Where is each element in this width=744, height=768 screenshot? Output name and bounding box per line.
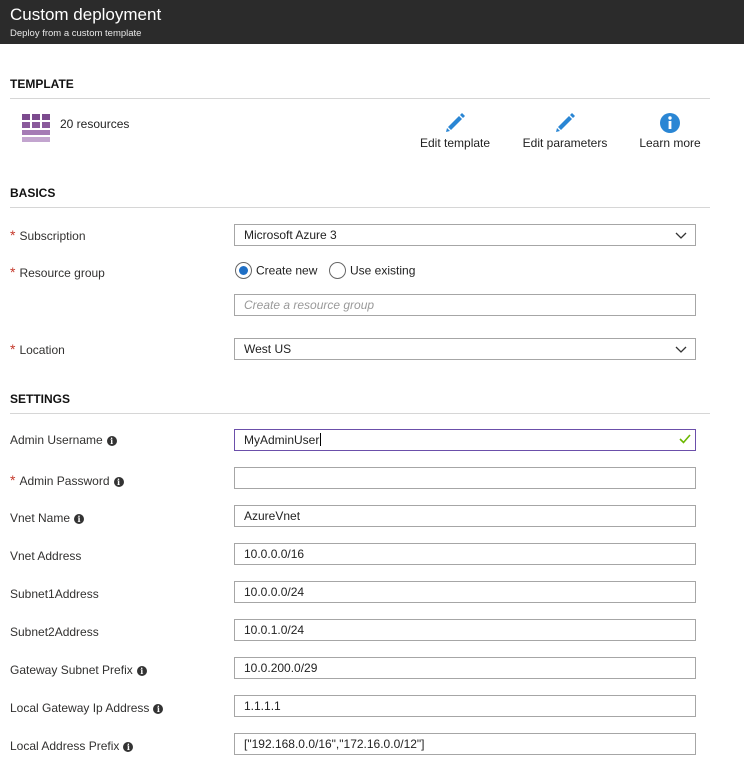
- local-address-prefix-label: Local Address Prefix i: [10, 739, 134, 753]
- required-asterisk: *: [10, 264, 16, 280]
- chevron-down-icon: [675, 232, 687, 239]
- use-existing-radio[interactable]: Use existing: [329, 262, 415, 279]
- local-gateway-ip-input[interactable]: 1.1.1.1: [234, 695, 696, 717]
- pencil-icon: [556, 113, 575, 132]
- divider: [10, 207, 710, 208]
- vnet-name-label: Vnet Name i: [10, 511, 85, 525]
- subscription-select[interactable]: Microsoft Azure 3: [234, 224, 696, 246]
- subnet2-address-label: Subnet2Address: [10, 625, 99, 639]
- edit-template-label: Edit template: [420, 136, 491, 150]
- required-asterisk: *: [10, 472, 16, 488]
- subnet1-address-label: Subnet1Address: [10, 587, 99, 601]
- info-icon[interactable]: i: [153, 704, 164, 714]
- admin-username-input[interactable]: MyAdminUser: [234, 429, 696, 451]
- resource-count: 20 resources: [60, 117, 130, 131]
- location-select[interactable]: West US: [234, 338, 696, 360]
- text-cursor: [320, 433, 322, 446]
- blade-header: Custom deployment Deploy from a custom t…: [0, 0, 744, 44]
- radio-selected-icon: [235, 262, 252, 279]
- info-icon[interactable]: i: [106, 436, 117, 446]
- radio-unselected-icon: [329, 262, 346, 279]
- subnet2-address-input[interactable]: 10.0.1.0/24: [234, 619, 696, 641]
- divider: [10, 413, 710, 414]
- basics-section-heading: BASICS: [10, 186, 56, 200]
- info-icon[interactable]: i: [113, 477, 124, 487]
- resource-group-label: * Resource group: [10, 264, 105, 280]
- create-new-radio[interactable]: Create new: [235, 262, 317, 279]
- settings-section-heading: SETTINGS: [10, 392, 71, 406]
- vnet-address-label: Vnet Address: [10, 549, 82, 563]
- edit-template-button[interactable]: Edit template: [420, 112, 490, 150]
- page-subtitle: Deploy from a custom template: [10, 28, 142, 39]
- info-icon[interactable]: i: [74, 514, 85, 524]
- grid-resources-icon: [22, 114, 50, 142]
- learn-more-button[interactable]: Learn more: [639, 112, 701, 150]
- required-asterisk: *: [10, 341, 16, 357]
- admin-password-label: * Admin Password i: [10, 472, 124, 488]
- template-section-heading: TEMPLATE: [10, 77, 74, 91]
- required-asterisk: *: [10, 227, 16, 243]
- checkmark-icon: [679, 434, 691, 444]
- admin-username-label: Admin Username i: [10, 433, 117, 447]
- gateway-subnet-prefix-input[interactable]: 10.0.200.0/29: [234, 657, 696, 679]
- local-gateway-ip-label: Local Gateway Ip Address i: [10, 701, 164, 715]
- vnet-address-input[interactable]: 10.0.0.0/16: [234, 543, 696, 565]
- local-address-prefix-input[interactable]: ["192.168.0.0/16","172.16.0.0/12"]: [234, 733, 696, 755]
- info-icon[interactable]: i: [136, 666, 147, 676]
- location-label: * Location: [10, 341, 65, 357]
- page-title: Custom deployment: [10, 5, 162, 24]
- edit-parameters-label: Edit parameters: [522, 136, 608, 150]
- pencil-icon: [446, 113, 465, 132]
- chevron-down-icon: [675, 346, 687, 353]
- gateway-subnet-prefix-label: Gateway Subnet Prefix i: [10, 663, 147, 677]
- resource-group-input[interactable]: Create a resource group: [234, 294, 696, 316]
- subnet1-address-input[interactable]: 10.0.0.0/24: [234, 581, 696, 603]
- subscription-label: * Subscription: [10, 227, 86, 243]
- vnet-name-input[interactable]: AzureVnet: [234, 505, 696, 527]
- edit-parameters-button[interactable]: Edit parameters: [522, 112, 608, 150]
- learn-more-label: Learn more: [639, 136, 701, 150]
- info-icon: [660, 113, 680, 133]
- divider: [10, 98, 710, 99]
- admin-password-input[interactable]: [234, 467, 696, 489]
- info-icon[interactable]: i: [123, 742, 134, 752]
